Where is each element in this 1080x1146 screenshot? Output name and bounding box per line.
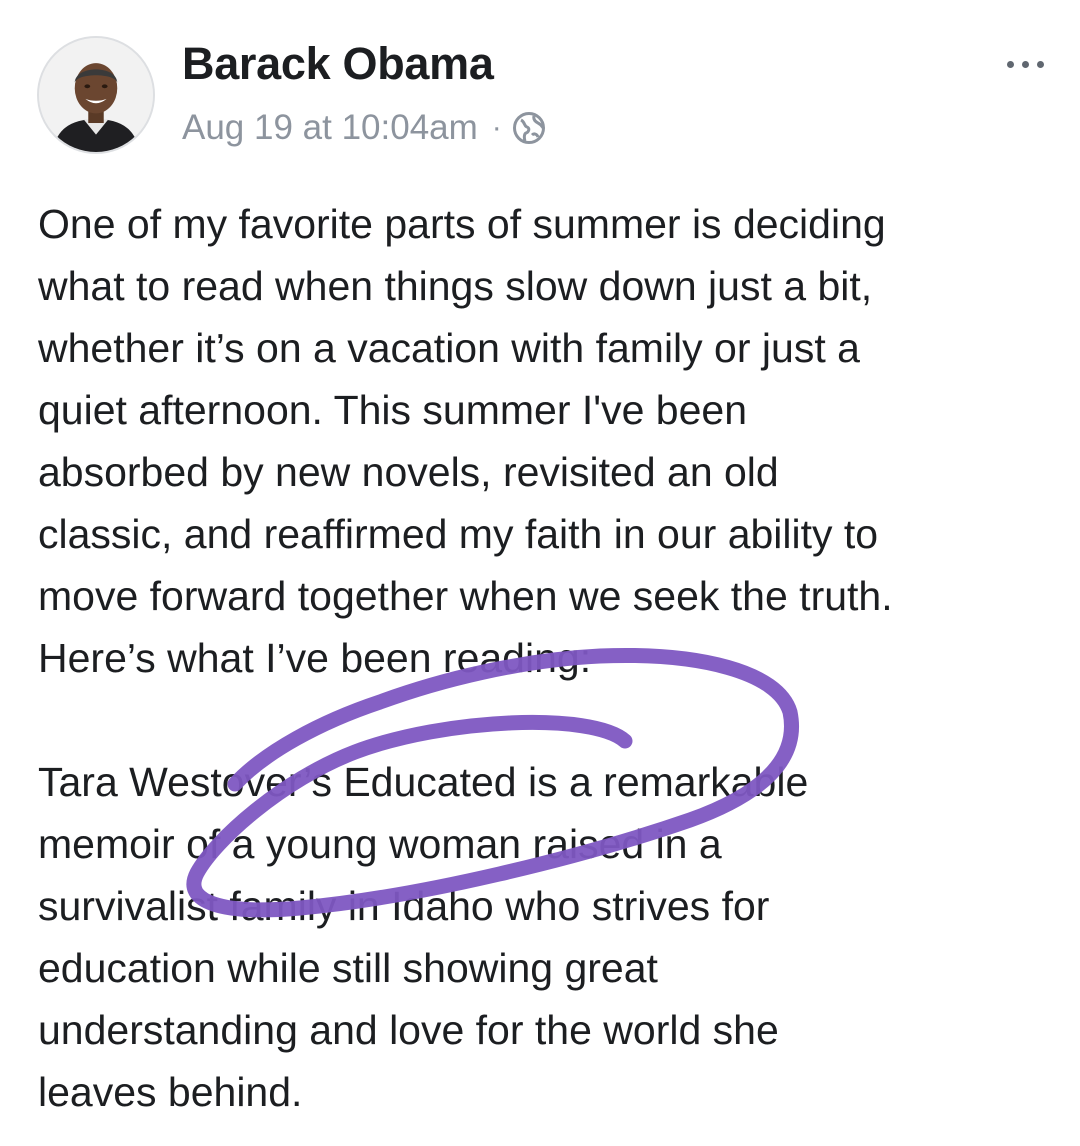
more-options-button[interactable] [1007, 44, 1044, 84]
profile-photo-icon [39, 38, 153, 152]
post-paragraph: One of my favorite parts of summer is de… [38, 201, 893, 681]
post-paragraph: Tara Westover’s Educated is a remarkable… [38, 759, 809, 1115]
more-horizontal-icon [1007, 60, 1014, 68]
post-author-name[interactable]: Barack Obama [182, 38, 494, 90]
meta-separator: · [491, 111, 502, 144]
globe-icon[interactable] [512, 111, 546, 145]
post-body: One of my favorite parts of summer is de… [38, 193, 1048, 1123]
post-timestamp[interactable]: Aug 19 at 10:04am [182, 108, 478, 148]
author-avatar[interactable] [37, 36, 155, 154]
post-meta: Aug 19 at 10:04am · [182, 106, 546, 150]
